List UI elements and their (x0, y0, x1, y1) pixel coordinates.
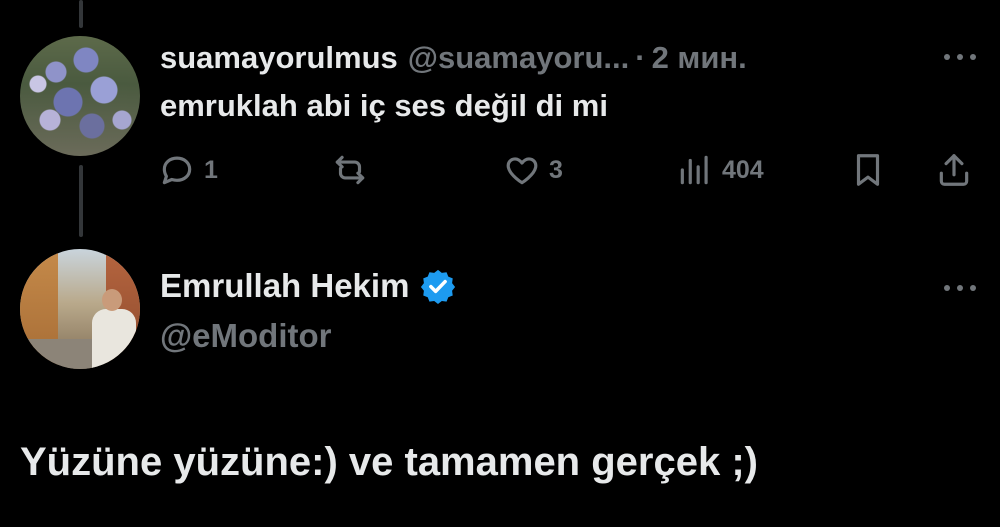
views-count: 404 (722, 155, 764, 184)
reply-button[interactable]: 1 (158, 150, 218, 190)
like-count: 3 (549, 155, 563, 184)
tweet-header: suamayorulmus @suamayoru... · 2 мин. (160, 38, 747, 78)
share-icon (939, 154, 969, 186)
more-options-icon[interactable] (944, 52, 976, 62)
more-options-icon[interactable] (944, 283, 976, 293)
reply-count: 1 (204, 155, 218, 184)
separator-dot: · (635, 40, 646, 75)
retweet-button[interactable] (331, 150, 377, 190)
like-button[interactable]: 3 (503, 150, 563, 190)
views-button[interactable]: 404 (676, 150, 764, 190)
user-handle[interactable]: @suamayoru... (408, 40, 629, 76)
author-name-row: Emrullah Hekim (160, 266, 457, 306)
retweet-icon (335, 155, 365, 185)
share-button[interactable] (935, 150, 973, 190)
avatar[interactable] (20, 36, 140, 156)
views-chart-icon (680, 155, 708, 185)
avatar-photo-person-head (102, 289, 122, 311)
user-handle[interactable]: @eModitor (160, 317, 332, 355)
avatar-photo-person-body (92, 309, 136, 369)
display-name[interactable]: Emrullah Hekim (160, 267, 409, 305)
reply-icon (162, 156, 192, 185)
heart-icon (506, 157, 538, 185)
avatar[interactable] (20, 249, 140, 369)
tweet-text: emruklah abi iç ses değil di mi (160, 88, 608, 123)
verified-badge-icon[interactable] (419, 267, 457, 305)
tweet-text: Yüzüne yüzüne:) ve tamamen gerçek ;) (20, 440, 758, 484)
bookmark-button[interactable] (849, 150, 887, 190)
thread-connector (79, 165, 83, 237)
display-name[interactable]: suamayorulmus (160, 40, 398, 76)
bookmark-icon (856, 154, 880, 186)
thread-connector-top (79, 0, 83, 28)
timestamp[interactable]: 2 мин. (652, 40, 747, 76)
